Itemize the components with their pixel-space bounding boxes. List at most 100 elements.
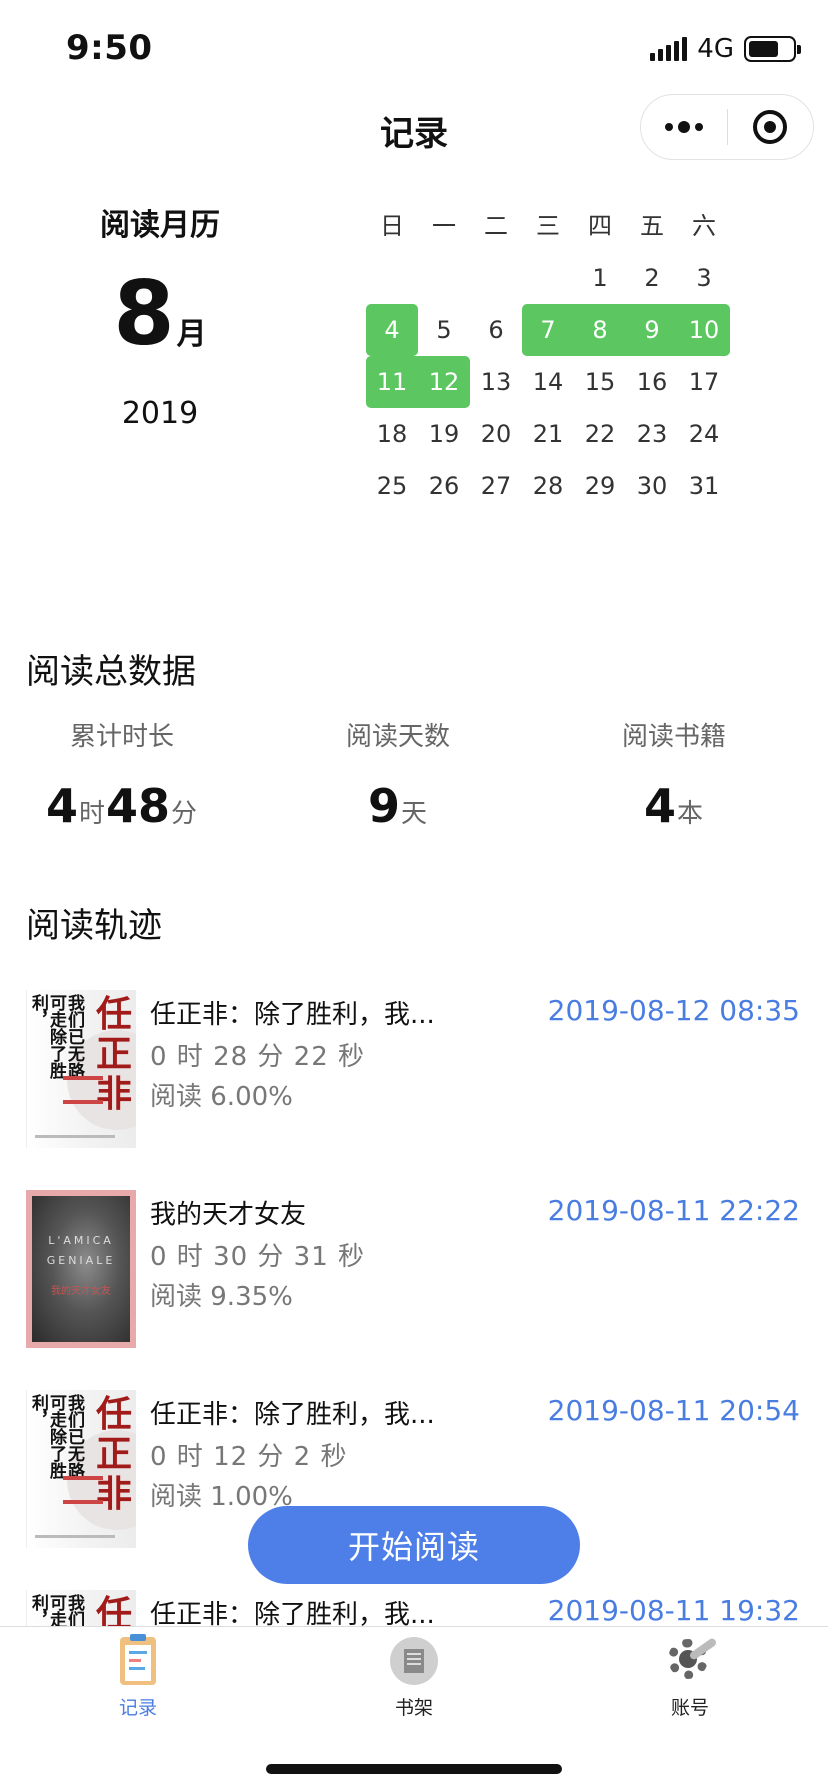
start-reading-button[interactable]: 开始阅读 [248,1506,580,1584]
calendar-day[interactable]: 1 [574,252,626,304]
bookshelf-icon [388,1635,440,1687]
calendar-day[interactable]: 2 [626,252,678,304]
tab-records[interactable]: 记录 [78,1634,198,1720]
calendar-day[interactable]: 28 [522,460,574,512]
calendar-day[interactable]: 5 [418,304,470,356]
calendar-heading: 阅读月历 [100,208,220,243]
book-cover: 我们已无路可走除了胜利， 任正非 [26,1390,136,1548]
calendar-day-read[interactable]: 10 [678,304,730,356]
tab-label: 书架 [394,1697,433,1719]
calendar-empty-cell [522,252,574,304]
calendar-day[interactable]: 27 [470,460,522,512]
record-duration: 0 时 28 分 22 秒 [150,1042,366,1072]
record-datetime: 2019-08-11 19:32 [547,1594,800,1627]
calendar-day-read[interactable]: 8 [574,304,626,356]
cover-title: 任正非 [96,993,133,1115]
record-duration: 0 时 30 分 31 秒 [150,1242,366,1272]
calendar-empty-cell [366,252,418,304]
calendar-day[interactable]: 3 [678,252,730,304]
record-progress: 阅读 6.00% [150,1082,293,1112]
calendar-day[interactable]: 23 [626,408,678,460]
calendar-day[interactable]: 6 [470,304,522,356]
clipboard-icon [112,1634,164,1687]
weekday-label: 六 [692,212,716,240]
tab-label: 记录 [118,1697,157,1719]
summary-stats: 累计时长 4 时 48 分阅读天数 9 天阅读书籍 4 本 [0,716,828,833]
tab-bookshelf[interactable]: 书架 [354,1635,474,1720]
calendar-summary: 阅读月历 8 月 2019 [40,200,280,431]
calendar-day-read[interactable]: 7 [522,304,574,356]
calendar-empty-cell [418,252,470,304]
calendar-day[interactable]: 19 [418,408,470,460]
calendar-day-read[interactable]: 9 [626,304,678,356]
close-miniprogram-icon[interactable] [728,95,814,159]
settings-icon [664,1635,718,1687]
calendar-day[interactable]: 24 [678,408,730,460]
status-bar: 9:50 4G [0,0,828,100]
calendar-day[interactable]: 26 [418,460,470,512]
battery-icon [744,36,801,62]
stat-label: 累计时长 [69,722,174,752]
stat-label: 阅读天数 [345,722,450,752]
month-number: 8 [113,262,175,365]
calendar-day[interactable]: 30 [626,460,678,512]
record-item[interactable]: L'AMICA GENIALE 我的天才女友 我的天才女友 0 时 30 分 31 秒阅… [0,1190,828,1390]
calendar-day-read[interactable]: 4 [366,304,418,356]
weekday-label: 三 [536,212,560,240]
weekday-label: 一 [432,212,456,240]
calendar-day[interactable]: 21 [522,408,574,460]
cover-title: GENIALE [46,1254,116,1267]
calendar-day[interactable]: 18 [366,408,418,460]
more-icon[interactable] [641,95,727,159]
stat-label: 阅读书籍 [621,722,726,752]
tab-label: 账号 [670,1697,709,1719]
calendar-day-read[interactable]: 12 [418,356,470,408]
calendar-day[interactable]: 13 [470,356,522,408]
cover-subtitle: 我的天才女友 [51,1286,111,1297]
weekday-label: 四 [588,212,612,240]
month-unit: 月 [176,317,207,352]
weekday-header: 日一二三四五六 [366,200,730,252]
tab-account[interactable]: 账号 [630,1635,750,1720]
calendar-day-read[interactable]: 11 [366,356,418,408]
calendar-day[interactable]: 14 [522,356,574,408]
status-time: 9:50 [66,28,153,68]
miniprogram-capsule [640,94,814,160]
record-duration: 0 时 12 分 2 秒 [150,1442,348,1472]
stat-number: 4 [643,779,676,833]
calendar-day[interactable]: 22 [574,408,626,460]
weekday-label: 五 [640,212,664,240]
stat-item: 阅读书籍 4 本 [536,716,812,833]
calendar-day[interactable]: 25 [366,460,418,512]
stat-value: 4 时 48 分 [0,779,260,833]
signal-icon [650,37,688,61]
book-cover: 我们已无路可走除了胜利， 任正非 [26,990,136,1148]
record-datetime: 2019-08-11 22:22 [547,1194,800,1227]
record-item[interactable]: 我们已无路可走除了胜利， 任正非 任正非：除了胜利，我... 0 时 28 分 22 … [0,990,828,1190]
stat-number: 9 [367,779,400,833]
record-datetime: 2019-08-11 20:54 [547,1394,800,1427]
home-indicator [266,1764,562,1774]
cover-subtitle: 我们已无路可走除了胜利， [28,994,84,1079]
cover-subtitle: 我们已无路可走除了胜利， [28,1394,84,1479]
calendar-year: 2019 [121,396,199,431]
stat-item: 阅读天数 9 天 [260,716,536,833]
summary-title: 阅读总数据 [26,652,196,692]
record-progress: 阅读 9.35% [150,1282,293,1312]
stat-value: 9天 [260,779,536,833]
calendar-day[interactable]: 17 [678,356,730,408]
network-label: 4G [697,34,734,64]
record-title: 任正非：除了胜利，我... [150,1000,435,1030]
calendar-day[interactable]: 16 [626,356,678,408]
calendar-day[interactable]: 29 [574,460,626,512]
weekday-label: 二 [484,212,508,240]
calendar-empty-cell [470,252,522,304]
record-progress: 阅读 1.00% [150,1482,293,1512]
calendar-day[interactable]: 31 [678,460,730,512]
status-indicators: 4G [650,34,801,64]
stat-number: 4 [45,779,78,833]
calendar-day[interactable]: 20 [470,408,522,460]
calendar-day[interactable]: 15 [574,356,626,408]
stat-unit: 时 [78,799,105,829]
calendar-days: 1 2 3 4 5 6 7 8 9 10 11 12 13 14 15 16 17 18 19 20 21 22 23 24 2… [366,252,730,512]
